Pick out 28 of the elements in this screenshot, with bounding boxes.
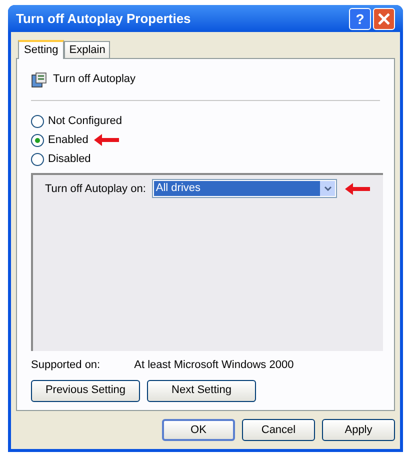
setting-label: Turn off Autoplay on: [45,182,146,197]
window-title: Turn off Autoplay Properties [16,10,192,28]
dropdown-arrow-button[interactable] [320,181,335,196]
policy-name: Turn off Autoplay [53,72,136,88]
close-button[interactable] [373,8,395,30]
dialog-button[interactable]: Apply [322,419,395,441]
supported-value: At least Microsoft Windows 2000 [134,358,294,373]
supported-label: Supported on: [31,358,100,373]
arrow-icon [343,182,371,196]
radio-button[interactable] [31,114,44,128]
radio-button[interactable] [31,152,44,166]
tab[interactable]: Explain [64,41,110,58]
dropdown-value: All drives [154,181,320,196]
dialog-button[interactable]: Cancel [242,419,315,441]
radio-button[interactable] [31,134,44,146]
dialog-button[interactable]: Previous Setting [31,380,140,402]
drive-dropdown[interactable]: All drives [152,179,337,198]
dialog-button[interactable]: Next Setting [147,380,256,402]
radio-label: Disabled [48,152,91,167]
close-icon [378,12,390,24]
radio-label: Not Configured [48,114,122,129]
arrow-icon [92,133,120,147]
chevron-down-icon [324,186,332,191]
radio-label: Enabled [48,132,88,148]
tab[interactable]: Setting [18,40,64,59]
dialog-button[interactable]: OK [162,419,235,441]
help-button[interactable]: ? [349,8,371,30]
policy-icon [31,72,47,88]
